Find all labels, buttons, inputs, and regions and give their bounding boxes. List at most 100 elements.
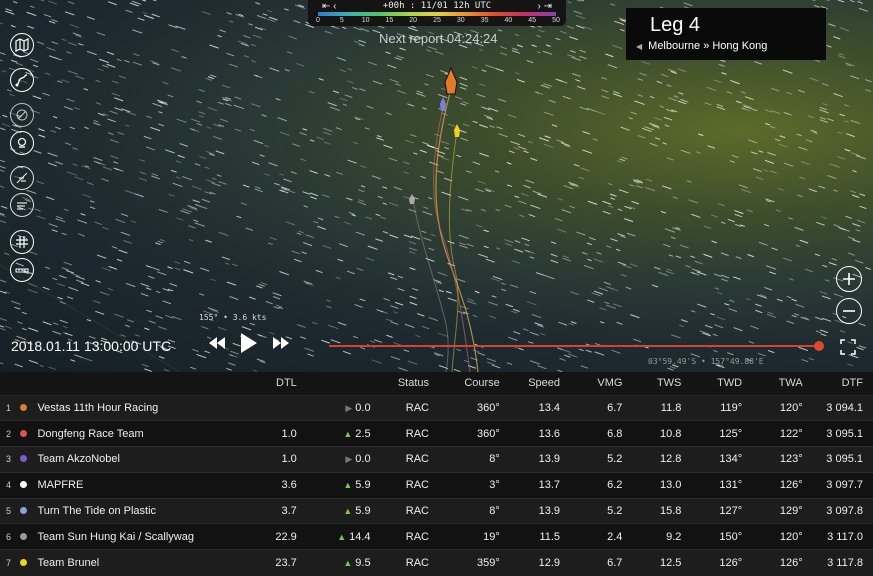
dtl-cell — [245, 395, 307, 421]
header-twa[interactable]: TWA — [752, 372, 813, 395]
wind-scale-tick: 50 — [552, 17, 560, 24]
collapse-arrow-icon[interactable]: ◀ — [636, 42, 642, 51]
speed-cell: 13.4 — [538, 401, 561, 414]
map-icon[interactable] — [10, 33, 34, 57]
wind-scale-tick: 0 — [316, 17, 320, 24]
team-name-cell: Team Sun Hung Kai / Scallywag — [37, 530, 194, 543]
race-map[interactable]: ⇤ ‹ +00h : 11/01 12h UTC › ⇥ 0 5 10 15 20 25 3… — [0, 0, 873, 372]
team-color-cell — [20, 498, 33, 524]
trend-up-icon: ▲ — [343, 557, 353, 568]
dtf-cell: 3 095.1 — [826, 427, 863, 440]
playback-progress-handle[interactable] — [814, 341, 824, 351]
wind-scale-tick: 45 — [528, 17, 537, 24]
rewind-icon[interactable]: ⇤ ‹ — [322, 1, 337, 12]
leaderboard: DTL Status Course Speed VMG TWS TWD TWA … — [0, 372, 873, 576]
dtl-change-value: 2.5 — [355, 427, 371, 440]
table-row[interactable]: 2 Dongfeng Race Team 1.0 ▲ 2.5 RAC 360° 13.6 6.8… — [0, 420, 873, 447]
forecast-timeline[interactable]: ⇤ ‹ +00h : 11/01 12h UTC › ⇥ 0 5 10 15 20 25 3… — [308, 0, 566, 26]
table-row[interactable]: 3 Team AkzoNobel 1.0 ▶ 0.0 RAC 8° 13.9 5.2 12.8 13… — [0, 446, 873, 473]
boat-brunel-marker — [454, 124, 460, 137]
header-course[interactable]: Course — [439, 372, 510, 395]
header-speed[interactable]: Speed — [510, 372, 570, 395]
twa-cell: 123° — [779, 453, 803, 466]
course-cell: 360° — [477, 427, 500, 440]
twa-cell: 120° — [779, 401, 803, 414]
fast-forward-icon[interactable] — [272, 336, 290, 350]
playback-progress-bar[interactable] — [329, 345, 819, 347]
team-color-cell — [20, 550, 33, 576]
header-dtl[interactable]: DTL — [245, 372, 307, 395]
team-color-dot — [20, 455, 28, 463]
dtl-change-value: 0.0 — [355, 453, 371, 466]
forward-icon[interactable]: › ⇥ — [538, 1, 553, 12]
vmg-cell: 6.8 — [607, 427, 623, 440]
vmg-cell: 6.7 — [607, 556, 623, 569]
dtl-cell: 3.7 — [281, 505, 297, 518]
cursor-coordinates: 03°59.49'S • 157°49.88'E — [648, 357, 764, 366]
tws-cell: 12.8 — [659, 453, 682, 466]
grid-icon[interactable] — [10, 230, 34, 254]
table-row[interactable]: 1 Vestas 11th Hour Racing ▶ 0.0 RAC 360° 13.4 6… — [0, 395, 873, 421]
dtl-change-cell: ▶ 0.0 — [307, 447, 381, 473]
rank-cell: 5 — [6, 506, 12, 517]
boat-vestas-marker — [444, 66, 458, 95]
table-row[interactable]: 4 MAPFRE 3.6 ▲ 5.9 RAC 3° 13.7 6.2 13.0 131° 126° 3 … — [0, 472, 873, 499]
tws-cell: 10.8 — [659, 427, 682, 440]
team-color-cell — [20, 395, 33, 421]
status-cell: RAC — [405, 556, 430, 569]
trend-flat-icon: ▶ — [345, 454, 353, 465]
dtl-change-cell: ▲ 5.9 — [307, 498, 381, 524]
dtl-cell: 22.9 — [275, 530, 297, 543]
dtl-change-value: 14.4 — [349, 530, 371, 543]
header-vmg[interactable]: VMG — [570, 372, 632, 395]
team-color-dot — [20, 532, 28, 540]
team-color-dot — [20, 558, 28, 566]
rewind-icon[interactable] — [208, 336, 226, 350]
play-icon[interactable] — [240, 332, 258, 354]
course-cell: 359° — [477, 556, 500, 569]
team-name-cell: Team AkzoNobel — [37, 453, 120, 466]
dtf-cell: 3 097.8 — [826, 505, 863, 518]
boat-icon[interactable] — [10, 131, 34, 155]
ruler-icon[interactable] — [10, 258, 34, 282]
speed-cell: 13.9 — [538, 453, 561, 466]
dtl-cell: 1.0 — [281, 427, 297, 440]
rank-cell: 3 — [6, 454, 12, 465]
compass-icon[interactable] — [10, 103, 34, 127]
zoom-out-icon[interactable] — [836, 298, 862, 324]
course-cell: 8° — [489, 453, 500, 466]
tws-cell: 13.0 — [659, 479, 682, 492]
rank-cell: 7 — [6, 557, 12, 568]
fullscreen-icon[interactable] — [840, 339, 856, 355]
team-color-dot — [20, 429, 28, 437]
table-row[interactable]: 6 Team Sun Hung Kai / Scallywag 22.9 ▲ 14.4 R… — [0, 523, 873, 550]
header-dtf[interactable]: DTF — [813, 372, 873, 395]
leg-route: Melbourne » Hong Kong — [648, 40, 768, 52]
vmg-cell: 2.4 — [607, 530, 623, 543]
twd-cell: 119° — [720, 401, 743, 414]
table-row[interactable]: 5 Turn The Tide on Plastic 3.7 ▲ 5.9 RAC 8° 13.… — [0, 498, 873, 524]
boat-scallywag-marker — [409, 194, 415, 204]
wind-icon[interactable] — [10, 166, 34, 190]
speed-cell: 12.9 — [538, 556, 561, 569]
header-status[interactable]: Status — [381, 372, 439, 395]
status-cell: RAC — [405, 427, 430, 440]
zoom-in-icon[interactable] — [836, 266, 862, 292]
rank-cell: 1 — [6, 402, 12, 413]
layers-icon[interactable] — [10, 193, 34, 217]
twd-cell: 131° — [719, 479, 743, 492]
twd-cell: 126° — [719, 556, 743, 569]
trend-up-icon: ▲ — [343, 428, 353, 439]
wind-scale-labels: 0 5 10 15 20 25 30 35 40 45 50 — [316, 17, 560, 26]
boat-akzo-marker — [440, 97, 446, 111]
forecast-time-label: +00h : 11/01 12h UTC — [382, 1, 492, 11]
vmg-cell: 5.2 — [607, 505, 623, 518]
route-icon[interactable] — [10, 68, 34, 92]
table-header-row: DTL Status Course Speed VMG TWS TWD TWA … — [0, 372, 873, 395]
rank-cell: 2 — [6, 428, 12, 439]
header-tws[interactable]: TWS — [632, 372, 691, 395]
table-row[interactable]: 7 Team Brunel 23.7 ▲ 9.5 RAC 359° 12.9 6.7 12.5 12… — [0, 549, 873, 576]
header-twd[interactable]: TWD — [691, 372, 752, 395]
team-color-cell — [20, 421, 33, 447]
dtl-change-cell: ▲ 2.5 — [307, 421, 381, 447]
